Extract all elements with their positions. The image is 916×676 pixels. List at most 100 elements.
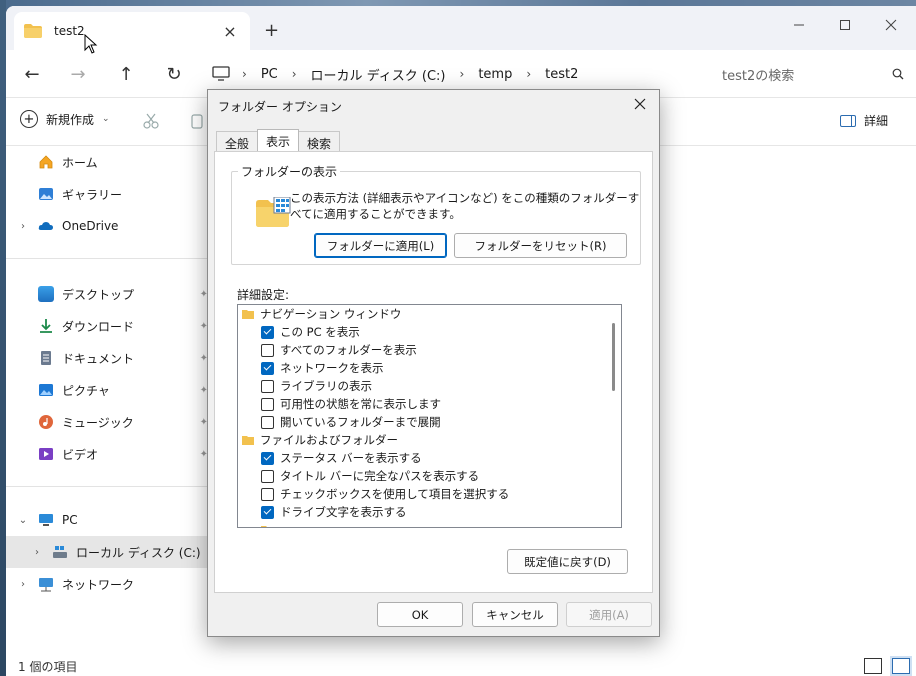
chevron-right-icon[interactable]: › <box>522 67 535 81</box>
music-icon <box>39 415 53 429</box>
breadcrumb-local-disk[interactable]: ローカル ディスク (C:) <box>301 65 456 84</box>
chevron-right-icon[interactable]: › <box>16 221 30 232</box>
option-always-show-availability[interactable]: 可用性の状態を常に表示します <box>261 395 441 413</box>
sidebar-item-downloads[interactable]: ダウンロード ✦ <box>6 310 208 342</box>
sidebar-item-pc[interactable]: ⌄ PC <box>6 504 208 536</box>
pictures-icon <box>39 384 53 396</box>
checkbox-unchecked[interactable] <box>261 487 274 501</box>
sidebar-item-label: ビデオ <box>62 447 99 462</box>
minimize-icon[interactable] <box>776 12 822 38</box>
sidebar-item-pictures[interactable]: ピクチャ ✦ <box>6 374 208 406</box>
option-full-path-title-bar[interactable]: タイトル バーに完全なパスを表示する <box>261 467 479 485</box>
sidebar-item-label: ドキュメント <box>62 351 135 366</box>
tree-label: この PC を表示 <box>280 325 360 339</box>
sidebar-item-onedrive[interactable]: › OneDrive <box>6 210 208 242</box>
tree-label: 可用性の状態を常に表示します <box>280 397 441 411</box>
advanced-settings-list[interactable]: ナビゲーション ウィンドウ この PC を表示 すべてのフォルダーを表示 ネット… <box>237 304 622 528</box>
cut-icon[interactable] <box>142 112 162 132</box>
details-label: 詳細 <box>864 114 889 128</box>
search-input[interactable]: test2の検索 <box>696 58 908 90</box>
chevron-right-icon[interactable]: › <box>16 579 30 590</box>
option-expand-to-open-folder[interactable]: 開いているフォルダーまで展開 <box>261 413 441 431</box>
navigation-pane: ホーム ギャラリー › OneDrive デスクトップ ✦ ダウンロード ✦ ド… <box>6 146 208 656</box>
option-show-this-pc[interactable]: この PC を表示 <box>261 323 360 341</box>
sidebar-item-videos[interactable]: ビデオ ✦ <box>6 438 208 470</box>
mouse-cursor-icon <box>84 34 98 54</box>
sidebar-item-label: PC <box>62 513 78 527</box>
breadcrumb-temp[interactable]: temp <box>468 67 522 82</box>
checkbox-checked[interactable] <box>261 361 274 375</box>
checkbox-checked[interactable] <box>261 505 274 519</box>
checkbox-checked[interactable] <box>261 451 274 465</box>
forward-arrow-icon[interactable]: → <box>64 60 92 88</box>
chevron-down-icon[interactable]: ⌄ <box>16 515 30 526</box>
tree-label: ドライブ文字を表示する <box>280 505 407 519</box>
sidebar-item-music[interactable]: ミュージック ✦ <box>6 406 208 438</box>
new-button[interactable]: + 新規作成 ⌄ <box>20 110 110 128</box>
folder-options-dialog: フォルダー オプション 全般 表示 検索 フォルダーの表示 この表示方法 (詳細… <box>207 89 660 637</box>
up-arrow-icon[interactable]: ↑ <box>112 60 140 88</box>
drive-icon <box>53 546 67 558</box>
dialog-title: フォルダー オプション <box>218 100 342 114</box>
details-view-icon[interactable] <box>864 658 882 674</box>
ok-button[interactable]: OK <box>377 602 463 627</box>
sidebar-item-desktop[interactable]: デスクトップ ✦ <box>6 278 208 310</box>
option-show-all-folders[interactable]: すべてのフォルダーを表示 <box>261 341 417 359</box>
document-icon <box>41 351 51 365</box>
checkbox-checked[interactable] <box>261 325 274 339</box>
maximize-icon[interactable] <box>822 12 868 38</box>
folder-tree-icon <box>242 436 254 445</box>
tree-label: タイトル バーに完全なパスを表示する <box>280 469 480 483</box>
search-placeholder: test2の検索 <box>722 68 795 84</box>
option-show-libraries[interactable]: ライブラリの表示 <box>261 377 372 395</box>
sidebar-item-local-disk[interactable]: › ローカル ディスク (C:) <box>6 536 208 568</box>
chevron-right-icon[interactable]: › <box>30 547 44 558</box>
apply-button[interactable]: 適用(A) <box>566 602 652 627</box>
tab-search[interactable]: 検索 <box>298 131 341 153</box>
checkbox-unchecked[interactable] <box>261 415 274 429</box>
breadcrumb-test2[interactable]: test2 <box>535 67 588 82</box>
option-show-drive-letters[interactable]: ドライブ文字を表示する <box>261 503 407 521</box>
tab-general[interactable]: 全般 <box>216 131 259 153</box>
checkbox-unchecked[interactable] <box>261 343 274 357</box>
tiles-view-icon[interactable] <box>892 658 910 674</box>
plus-icon: + <box>20 110 38 128</box>
cancel-button[interactable]: キャンセル <box>472 602 558 627</box>
details-button[interactable]: 詳細 <box>840 112 888 129</box>
folder-tree-icon <box>242 310 254 319</box>
reset-folders-button[interactable]: フォルダーをリセット(R) <box>454 233 627 258</box>
refresh-icon[interactable]: ↻ <box>160 60 188 88</box>
checkbox-unchecked[interactable] <box>261 379 274 393</box>
tree-folder-files-and-folders: ファイルおよびフォルダー <box>242 431 398 449</box>
sidebar-item-home[interactable]: ホーム <box>6 146 208 178</box>
apply-to-folders-button[interactable]: フォルダーに適用(L) <box>314 233 447 258</box>
back-arrow-icon[interactable]: ← <box>18 60 46 88</box>
breadcrumb-pc[interactable]: PC <box>251 67 288 82</box>
tab-view[interactable]: 表示 <box>257 129 300 153</box>
dialog-close-icon[interactable] <box>629 94 651 115</box>
monitor-icon[interactable] <box>212 66 230 82</box>
tree-scrollbar[interactable] <box>612 323 615 391</box>
option-show-network[interactable]: ネットワークを表示 <box>261 359 384 377</box>
chevron-right-icon[interactable]: › <box>288 67 301 81</box>
new-tab-button[interactable]: + <box>264 20 279 41</box>
sidebar-item-label: ダウンロード <box>62 319 135 334</box>
checkbox-unchecked[interactable] <box>261 397 274 411</box>
tree-label: ステータス バーを表示する <box>280 451 422 465</box>
folder-views-group: フォルダーの表示 この表示方法 (詳細表示やアイコンなど) をこの種類のフォルダ… <box>231 163 641 265</box>
sidebar-item-network[interactable]: › ネットワーク <box>6 568 208 600</box>
option-show-status-bar[interactable]: ステータス バーを表示する <box>261 449 422 467</box>
checkbox-unchecked[interactable] <box>261 469 274 483</box>
sidebar-item-label: OneDrive <box>62 219 119 233</box>
close-window-icon[interactable] <box>868 12 914 38</box>
restore-defaults-button[interactable]: 既定値に戻す(D) <box>507 549 628 574</box>
sidebar-item-documents[interactable]: ドキュメント ✦ <box>6 342 208 374</box>
tab-test2[interactable]: test2 × <box>14 12 250 50</box>
chevron-right-icon[interactable]: › <box>238 67 251 81</box>
chevron-right-icon[interactable]: › <box>456 67 469 81</box>
home-icon <box>39 155 53 169</box>
option-use-checkboxes[interactable]: チェックボックスを使用して項目を選択する <box>261 485 509 503</box>
sidebar-item-gallery[interactable]: ギャラリー <box>6 178 208 210</box>
download-icon <box>40 319 52 333</box>
tab-close-icon[interactable]: × <box>220 22 240 41</box>
